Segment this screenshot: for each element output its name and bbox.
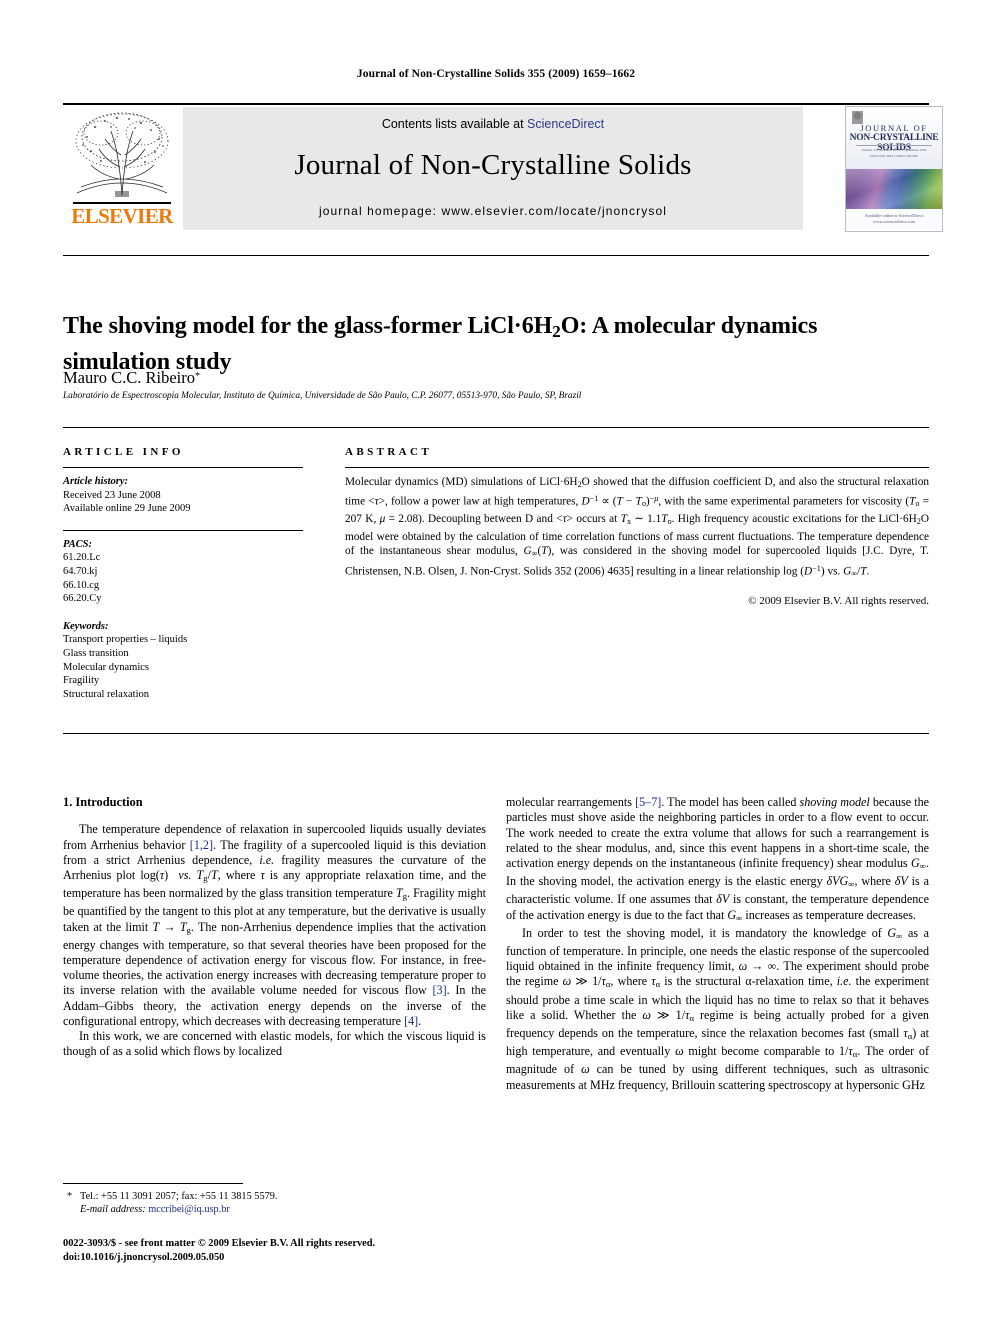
title-separator-rule [63,255,929,256]
masthead: ELSEVIER Contents lists available at Sci… [63,103,943,232]
pacs-item: 61.20.Lc [63,552,101,564]
abstract-column: ABSTRACT Molecular dynamics (MD) simulat… [345,446,929,607]
issn-doi-block: 0022-3093/$ - see front matter © 2009 El… [63,1237,523,1264]
pacs-item: 66.10.cg [63,579,100,591]
author-footnote-marker: * [195,370,200,382]
running-head: Journal of Non-Crystalline Solids 355 (2… [356,68,636,80]
doi-line: doi:10.1016/j.jnoncrysol.2009.05.050 [63,1251,225,1263]
body-paragraph: In order to test the shoving model, it i… [506,925,930,1092]
info-band-top-rule [63,427,929,428]
cover-meta-line2: ISSN 0022-3093 CODEN JNCSBJ [870,154,918,158]
article-history-block: Article history: Received 23 June 2008 A… [63,475,303,516]
keyword-item: Transport properties – liquids [63,634,188,646]
elsevier-wordmark: ELSEVIER [71,204,173,228]
cover-top-panel: JOURNAL OF NON-CRYSTALLINE SOLIDS Volume… [846,107,942,169]
email-link[interactable]: mccribei@iq.usp.br [148,1204,230,1215]
email-label: E-mail address: [80,1204,146,1216]
pacs-item: 64.70.kj [63,565,98,577]
corresponding-author-footnote: * Tel.: +55 11 3091 2057; fax: +55 11 38… [63,1190,486,1217]
article-info-heading: ARTICLE INFO [63,446,184,458]
footnote-marker: * [67,1191,73,1202]
article-info-column: ARTICLE INFO Article history: Received 2… [63,446,303,701]
body-column-left: 1. Introduction The temperature dependen… [63,795,486,1060]
elsevier-logo: ELSEVIER [63,107,181,231]
author-list: Mauro C.C. Ribeiro* [63,368,863,388]
contents-prefix: Contents lists available at [381,117,528,131]
cover-title-line1: JOURNAL OF [860,123,928,133]
affiliation: Laboratório de Espectroscopia Molecular,… [63,391,582,401]
info-band-bottom-rule [63,733,929,734]
article-title: The shoving model for the glass-former L… [63,313,818,375]
pacs-rule [63,529,303,531]
keyword-item: Fragility [63,675,100,687]
article-page: Journal of Non-Crystalline Solids 355 (2… [0,0,992,1323]
author-name: Mauro C.C. Ribeiro [63,368,195,387]
section-heading-introduction: 1. Introduction [63,795,143,809]
journal-homepage-link[interactable]: journal homepage: www.elsevier.com/locat… [183,204,803,218]
cover-bottom-panel: Available online at ScienceDirect www.sc… [846,209,942,230]
sciencedirect-link[interactable]: ScienceDirect [527,117,604,131]
issn-line: 0022-3093/$ - see front matter © 2009 El… [63,1238,376,1249]
abstract-copyright: © 2009 Elsevier B.V. All rights reserved… [748,595,929,608]
contents-available-line: Contents lists available at ScienceDirec… [183,117,803,131]
body-paragraph: molecular rearrangements [5–7]. The mode… [506,795,930,923]
cover-rule [856,145,932,146]
keywords-label: Keywords: [63,620,109,632]
keyword-item: Molecular dynamics [63,661,150,673]
body-column-right: molecular rearrangements [5–7]. The mode… [506,795,929,1093]
abstract-rule [345,467,929,468]
cover-meta-line1: Volume 355 Numbers 34–36 1 September 200… [861,148,927,152]
pacs-item: 66.20.Cy [63,593,102,605]
journal-title: Journal of Non-Crystalline Solids [294,149,692,181]
keywords-block: Keywords: Transport properties – liquids… [63,620,303,702]
footnote-email-line: E-mail address: mccribei@iq.usp.br [63,1203,486,1216]
pacs-block: PACS: 61.20.Lc 64.70.kj 66.10.cg 66.20.C… [63,538,303,606]
elsevier-tree-icon [71,107,173,203]
history-item: Received 23 June 2008 [63,489,161,501]
keyword-item: Structural relaxation [63,688,150,700]
footnote-contact-line: Tel.: +55 11 3091 2057; fax: +55 11 3815… [80,1191,278,1202]
body-paragraph: In this work, we are concerned with elas… [63,1029,486,1059]
history-item: Available online 29 June 2009 [63,503,191,515]
article-history-label: Article history: [63,476,129,487]
body-paragraph: The temperature dependence of relaxation… [63,822,486,1028]
abstract-text: Molecular dynamics (MD) simulations of L… [345,476,930,578]
article-info-rule [63,467,303,468]
footnote-rule [63,1183,243,1184]
abstract-heading: ABSTRACT [345,446,433,458]
cover-sciencedirect-note: Available online at ScienceDirect www.sc… [864,213,924,224]
keyword-item: Glass transition [63,647,129,659]
journal-cover-thumbnail: JOURNAL OF NON-CRYSTALLINE SOLIDS Volume… [845,106,943,232]
pacs-label: PACS: [63,538,92,550]
cover-artwork [846,169,942,209]
